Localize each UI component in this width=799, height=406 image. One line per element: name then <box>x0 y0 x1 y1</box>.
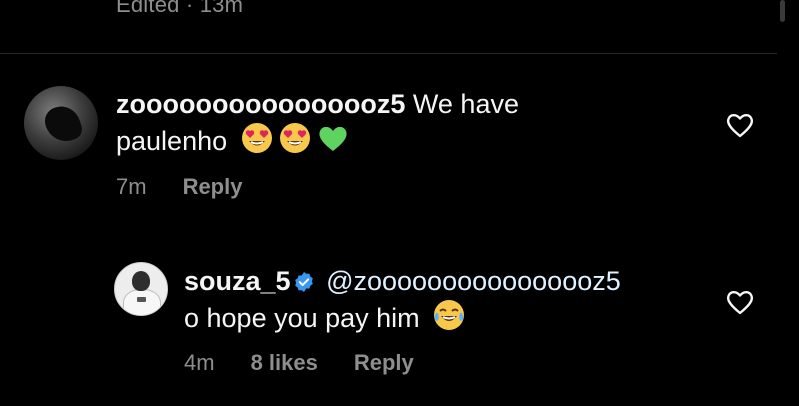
avatar-shirt <box>123 289 161 315</box>
avatar-head <box>132 271 150 291</box>
reply-mention[interactable]: @zoooooooooooooooz5 <box>326 266 621 296</box>
verified-badge-icon <box>294 272 313 292</box>
reply-username[interactable]: souza_5 <box>184 266 291 296</box>
comment-time: 7m <box>116 174 147 199</box>
heart-eyes-emoji-icon <box>279 123 310 153</box>
comment-body: zoooooooooooooooz5 We have paulenho <box>116 86 676 159</box>
previous-comment-meta: Edited · 13m <box>116 0 244 17</box>
reply-like-heart-icon[interactable] <box>725 288 755 316</box>
reply-time: 4m <box>184 350 215 375</box>
comment-text-line2: paulenho <box>116 126 228 156</box>
avatar[interactable] <box>24 86 98 160</box>
scrollbar[interactable] <box>780 0 785 22</box>
reply-body: souza_5 @zoooooooooooooooz5 o hope you p… <box>184 263 744 336</box>
tears-of-joy-emoji-icon <box>434 300 465 330</box>
reply-text: o hope you pay him <box>184 303 420 333</box>
comment-username[interactable]: zoooooooooooooooz5 <box>116 89 405 119</box>
heart-eyes-emoji-icon <box>241 123 272 153</box>
reply-button[interactable]: Reply <box>183 174 243 200</box>
green-heart-emoji-icon <box>319 126 347 151</box>
reply-likes-count[interactable]: 8 likes <box>251 350 318 376</box>
reply-reply-button[interactable]: Reply <box>354 350 414 376</box>
comment-text-line1: We have <box>412 89 519 119</box>
avatar-graphic <box>41 101 85 147</box>
divider <box>0 53 777 54</box>
reply-meta: 4m 8 likes Reply <box>184 350 450 376</box>
like-heart-icon[interactable] <box>725 111 755 139</box>
comment-meta: 7m Reply <box>116 174 278 200</box>
reply-avatar[interactable] <box>114 262 168 316</box>
avatar-badge <box>137 297 146 302</box>
